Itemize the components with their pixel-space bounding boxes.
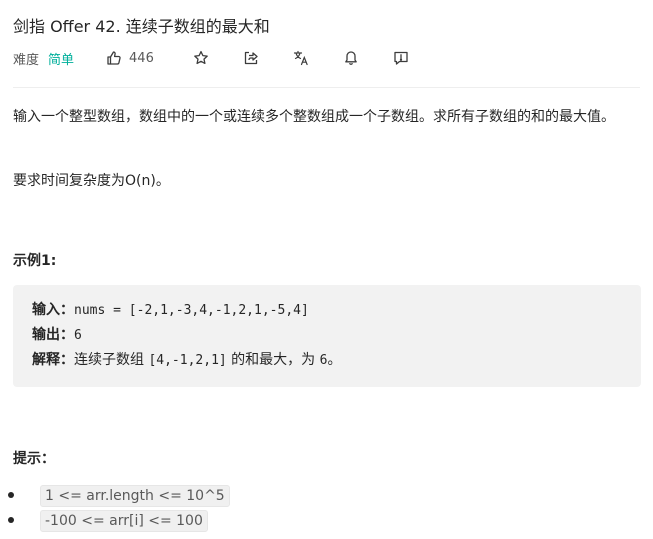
like-button[interactable]: 446 xyxy=(105,49,154,67)
hint-constraint: -100 <= arr[i] <= 100 xyxy=(40,509,208,532)
output-value: 6 xyxy=(74,328,82,343)
example-heading: 示例1: xyxy=(13,253,57,269)
bell-icon[interactable] xyxy=(342,49,360,67)
like-count: 446 xyxy=(129,50,154,66)
example-input-row: 输入：nums = [-2,1,-3,4,-1,2,1,-5,4] xyxy=(32,298,622,323)
hint-constraint: 1 <= arr.length <= 10^5 xyxy=(40,484,230,507)
translate-icon[interactable] xyxy=(292,49,310,67)
share-icon[interactable] xyxy=(242,49,260,67)
example-explain-row: 解释：连续子数组 [4,-1,2,1] 的和最大，为 6。 xyxy=(32,348,622,373)
explain-subarray: [4,-1,2,1] xyxy=(148,353,227,368)
list-item: -100 <= arr[i] <= 100 xyxy=(8,509,230,532)
hints-list: 1 <= arr.length <= 10^5 -100 <= arr[i] <… xyxy=(8,484,230,534)
problem-title: 剑指 Offer 42. 连续子数组的最大和 xyxy=(13,17,270,36)
list-item: 1 <= arr.length <= 10^5 xyxy=(8,484,230,507)
difficulty-badge: 简单 xyxy=(48,52,75,68)
bullet-icon xyxy=(8,517,14,523)
thumb-up-icon xyxy=(105,49,123,67)
header-divider xyxy=(13,87,640,88)
hints-heading: 提示： xyxy=(13,451,55,467)
example-block: 输入：nums = [-2,1,-3,4,-1,2,1,-5,4] 输出：6 解… xyxy=(13,285,641,387)
explain-text-mid: 的和最大，为 xyxy=(226,352,320,368)
input-label: 输入： xyxy=(32,302,74,318)
bullet-icon xyxy=(8,492,14,498)
explain-label: 解释： xyxy=(32,352,74,368)
explain-text-end: 。 xyxy=(327,352,342,368)
output-label: 输出： xyxy=(32,327,74,343)
star-icon[interactable] xyxy=(192,49,210,67)
difficulty-label: 难度 xyxy=(13,52,40,68)
feedback-icon[interactable] xyxy=(392,49,410,67)
explain-text-start: 连续子数组 xyxy=(74,352,149,368)
description-paragraph: 输入一个整型数组，数组中的一个或连续多个整数组成一个子数组。求所有子数组的和的最… xyxy=(13,109,615,125)
example-output-row: 输出：6 xyxy=(32,323,622,348)
input-value: nums = [-2,1,-3,4,-1,2,1,-5,4] xyxy=(74,303,309,318)
complexity-requirement: 要求时间复杂度为O(n)。 xyxy=(13,173,170,189)
problem-meta-bar: 难度 简单 446 xyxy=(13,48,410,68)
